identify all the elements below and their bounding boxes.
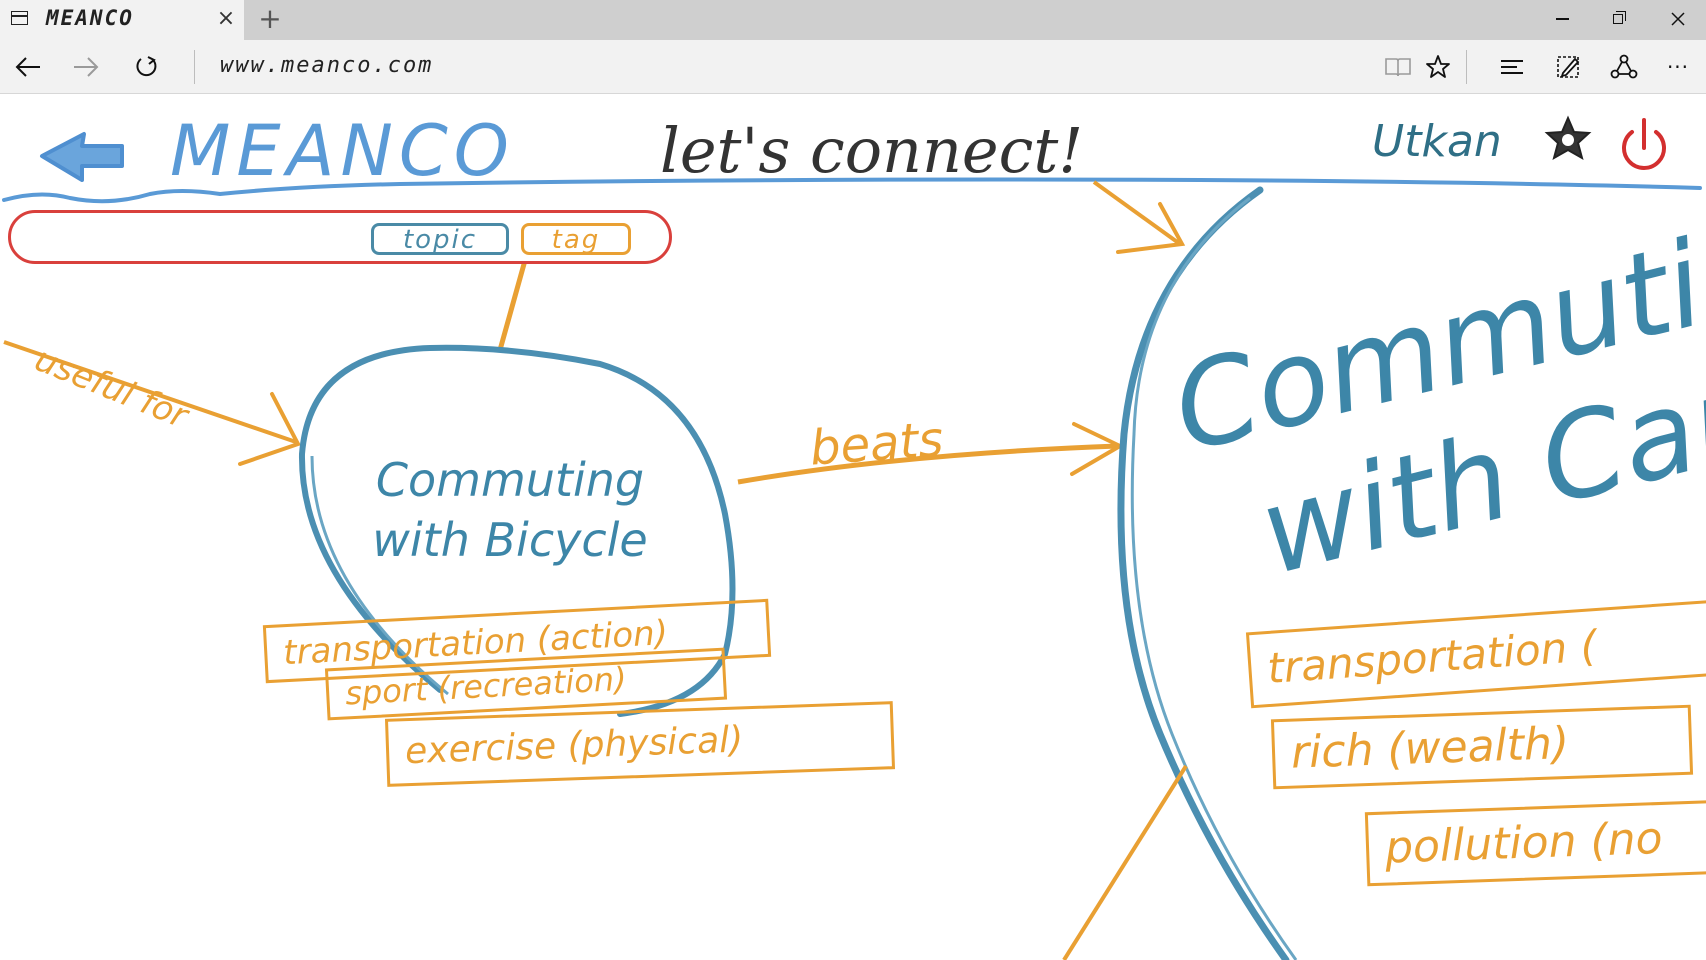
search-input[interactable] [91,223,365,253]
forward-arrow-icon [74,57,99,77]
search-bar: topic tag [8,210,672,264]
share-icon [1610,54,1638,79]
car-tag[interactable]: pollution (no [1364,799,1706,887]
hub-button[interactable] [1492,48,1532,86]
more-button[interactable]: ··· [1658,48,1698,86]
restore-button[interactable] [1592,0,1644,38]
back-button[interactable] [8,48,48,86]
star-icon [1426,55,1450,78]
topic-toggle[interactable]: topic [371,223,509,255]
book-icon [1385,58,1411,77]
navigation-bar: www.meanco.com ··· [0,40,1706,94]
refresh-icon [136,56,157,77]
active-tab[interactable]: MEANCO × [0,0,244,40]
tag-connector [497,261,527,353]
web-note-button[interactable] [1548,48,1588,86]
minimize-button[interactable] [1536,0,1588,38]
minimize-icon [1555,18,1569,20]
close-icon [1671,12,1685,26]
favorite-button[interactable] [1418,48,1458,86]
new-tab-button[interactable]: + [256,4,284,34]
forward-button[interactable] [66,48,106,86]
node-bicycle-title[interactable]: Commuting with Bicycle [330,450,690,570]
hub-icon [1501,60,1523,74]
relation-beats: beats [808,411,946,477]
tab-title: MEANCO [46,6,134,30]
back-arrow-icon [15,57,40,77]
web-note-icon [1557,56,1580,78]
share-button[interactable] [1604,48,1644,86]
separator [1466,50,1467,84]
username[interactable]: Utkan [1372,116,1502,167]
address-bar[interactable]: www.meanco.com [220,51,1260,81]
site-logo[interactable]: MEANCO [170,110,515,192]
web-page: MEANCO let's connect! Utkan topic tag us… [0,94,1706,960]
site-slogan: let's connect! [660,114,1084,187]
tab-bar: MEANCO × + [0,0,1706,40]
power-icon[interactable] [1618,118,1670,170]
close-window-button[interactable] [1652,0,1704,38]
reading-view-button[interactable] [1378,48,1418,86]
tag-toggle[interactable]: tag [521,223,631,255]
bottom-connector [1062,764,1188,960]
restore-icon [1613,11,1626,24]
back-arrow-logo [40,132,124,182]
browser-window: MEANCO × + www.meanco.com ··· MEANCO let… [0,0,1706,960]
separator [194,50,195,84]
refresh-button[interactable] [126,48,166,86]
settings-gear-icon[interactable] [1544,116,1594,166]
tab-close-icon[interactable]: × [214,6,238,32]
car-tag[interactable]: rich (wealth) [1270,704,1694,790]
page-icon [11,11,28,25]
